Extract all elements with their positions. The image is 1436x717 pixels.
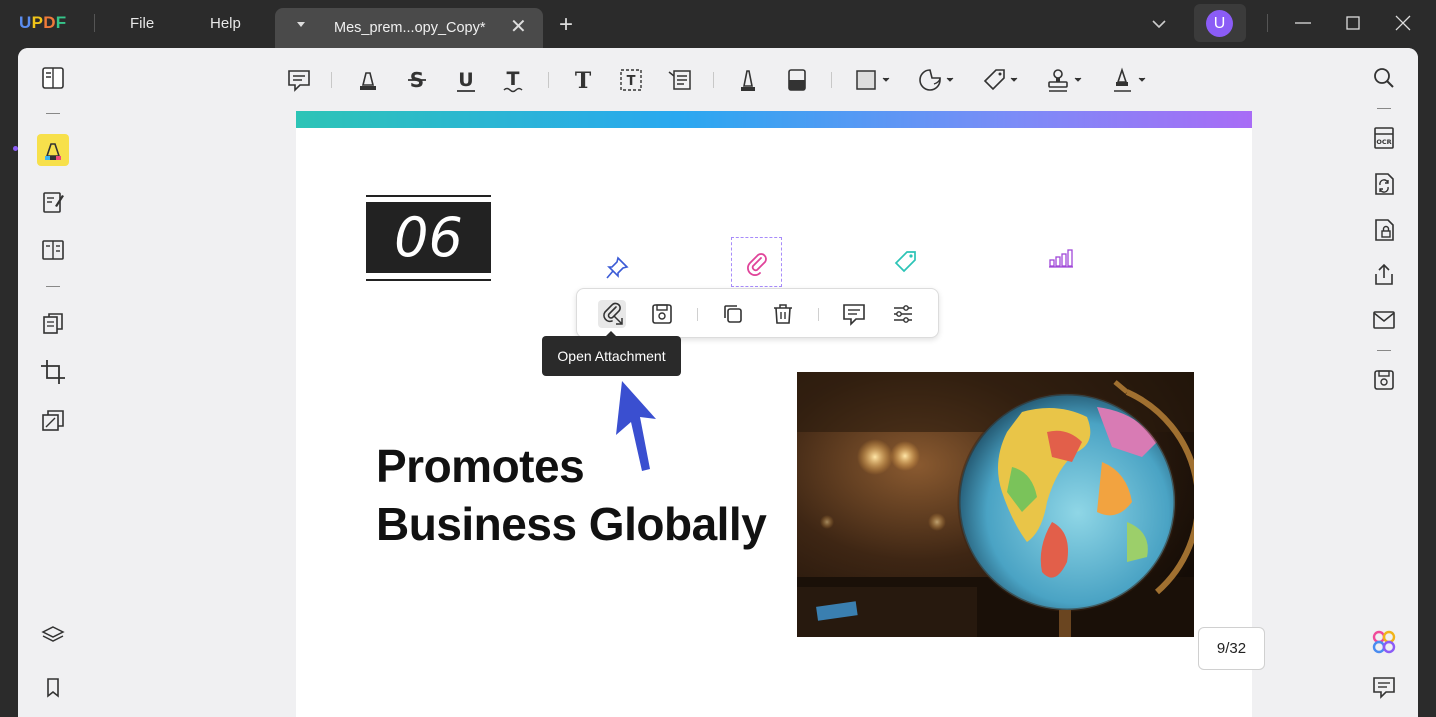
headline: Promotes Business Globally (376, 437, 767, 553)
save-attachment-icon[interactable] (648, 300, 676, 328)
svg-text:OCR: OCR (1376, 138, 1391, 146)
globe-photo (797, 372, 1194, 637)
logo-letter-p: P (31, 13, 44, 32)
page-header-gradient (296, 111, 1252, 128)
ocr-icon[interactable]: OCR (1370, 124, 1398, 152)
text-callout-icon[interactable] (666, 66, 694, 94)
highlight-icon[interactable] (354, 66, 382, 94)
paperclip-icon[interactable] (743, 249, 771, 277)
number-box-top-line (366, 195, 491, 197)
left-sidebar (18, 48, 88, 717)
sidebar-separator (46, 286, 60, 287)
text-box-icon[interactable]: T (617, 66, 645, 94)
copy-icon[interactable] (719, 300, 747, 328)
section-number-box: 06 (366, 195, 491, 282)
logo-letter-d: D (43, 13, 56, 32)
pdf-page: 06 Open Attachment Promotes Business Glo… (296, 111, 1252, 717)
save-icon[interactable] (1370, 366, 1398, 394)
maximize-icon[interactable] (1343, 13, 1363, 33)
title-separator (94, 14, 95, 32)
pencil-icon[interactable] (734, 66, 762, 94)
properties-sliders-icon[interactable] (889, 300, 917, 328)
toolbar-separator (713, 72, 714, 88)
updf-ai-icon[interactable] (1370, 628, 1398, 656)
tag-icon[interactable] (981, 66, 1021, 94)
document-viewer: S U T T T 06 Open Attachment Promotes Bu… (88, 48, 1414, 717)
section-number: 06 (394, 206, 463, 269)
comment-icon[interactable] (840, 300, 868, 328)
tab-dropdown-icon[interactable] (297, 22, 305, 27)
logo-letter-u: U (19, 13, 32, 32)
open-attachment-icon[interactable] (598, 300, 626, 328)
avatar: U (1206, 10, 1233, 37)
shape-rectangle-icon[interactable] (853, 66, 893, 94)
svg-text:T: T (627, 74, 636, 89)
sticky-note-icon[interactable] (285, 66, 313, 94)
new-tab-button[interactable]: + (559, 13, 573, 37)
window-separator (1267, 14, 1268, 32)
toolbar-separator (331, 72, 332, 88)
crop-icon[interactable] (37, 356, 69, 388)
headline-line-1: Promotes (376, 440, 585, 492)
sidebar-separator (46, 113, 60, 114)
comment-highlighter-icon[interactable] (37, 134, 69, 166)
logo-letter-f: F (55, 13, 67, 32)
pin-icon[interactable] (604, 255, 630, 281)
signature-icon[interactable] (1109, 66, 1149, 94)
comments-panel-icon[interactable] (1370, 673, 1398, 701)
minimize-icon[interactable] (1293, 13, 1313, 33)
email-icon[interactable] (1370, 306, 1398, 334)
strikethrough-icon[interactable]: S (403, 66, 431, 94)
page-indicator[interactable]: 9/32 (1198, 627, 1265, 670)
sidebar-separator (1377, 350, 1391, 351)
toolbar-separator (831, 72, 832, 88)
chevron-down-icon[interactable] (1150, 15, 1168, 33)
squiggly-icon[interactable]: T (499, 66, 527, 94)
form-icon[interactable] (37, 234, 69, 266)
eraser-icon[interactable] (783, 66, 811, 94)
text-icon[interactable]: T (569, 66, 597, 94)
organize-pages-icon[interactable] (37, 308, 69, 340)
layers-icon[interactable] (37, 620, 69, 652)
delete-icon[interactable] (769, 300, 797, 328)
bookmark-icon[interactable] (37, 671, 69, 703)
tab-close-icon[interactable]: ✕ (510, 17, 527, 37)
svg-text:U: U (458, 69, 473, 91)
document-tab[interactable]: Mes_prem...opy_Copy* ✕ (275, 8, 543, 48)
convert-icon[interactable] (1370, 170, 1398, 198)
edit-pdf-icon[interactable] (37, 186, 69, 218)
search-icon[interactable] (1370, 64, 1398, 92)
reader-icon[interactable] (37, 62, 69, 94)
open-attachment-tooltip: Open Attachment (542, 331, 681, 376)
close-window-icon[interactable] (1393, 13, 1413, 33)
popup-separator (697, 308, 698, 321)
underline-icon[interactable]: U (452, 66, 480, 94)
sticker-icon[interactable] (917, 66, 957, 94)
main-frame: S U T T T 06 Open Attachment Promotes Bu… (18, 48, 1418, 717)
stamp-icon[interactable] (1045, 66, 1085, 94)
chart-bars-icon[interactable] (1047, 246, 1075, 270)
popup-separator (818, 308, 819, 321)
updf-logo: UPDF (19, 13, 66, 33)
menu-file[interactable]: File (130, 15, 154, 32)
tag-annotation-icon[interactable] (893, 249, 919, 275)
menu-help[interactable]: Help (210, 15, 241, 32)
attachment-action-popup (576, 288, 939, 338)
title-bar: UPDF File Help Mes_prem...opy_Copy* ✕ + … (0, 0, 1436, 48)
share-icon[interactable] (1370, 261, 1398, 289)
account-button[interactable]: U (1194, 4, 1246, 42)
svg-text:T: T (507, 68, 520, 90)
svg-text:T: T (575, 68, 592, 94)
tab-title: Mes_prem...opy_Copy* (334, 20, 486, 36)
protect-icon[interactable] (1370, 216, 1398, 244)
number-box-bottom-line (366, 279, 491, 281)
toolbar-separator (548, 72, 549, 88)
right-sidebar: OCR (1348, 48, 1418, 717)
headline-line-2: Business Globally (376, 498, 767, 550)
sidebar-separator (1377, 108, 1391, 109)
watermark-icon[interactable] (37, 405, 69, 437)
